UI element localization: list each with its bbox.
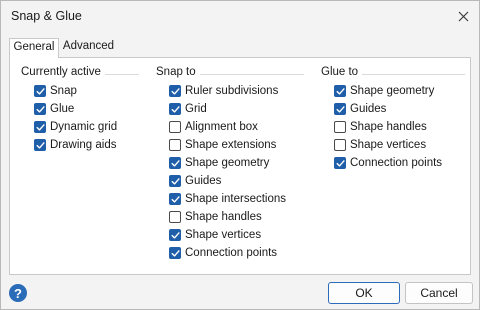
checkbox-row-snap-to[interactable]: Shape extensions: [169, 138, 276, 152]
checkbox-label: Shape handles: [350, 121, 427, 133]
ok-button[interactable]: OK: [328, 282, 400, 304]
checkbox-checked[interactable]: [334, 103, 346, 115]
checkbox-label: Connection points: [185, 247, 278, 259]
checkbox-row-snap-to[interactable]: Shape vertices: [169, 228, 261, 242]
checkbox-row-snap-to[interactable]: Connection points: [169, 246, 277, 260]
checkbox-checked[interactable]: [34, 121, 46, 133]
checkbox-row-currently-active[interactable]: Drawing aids: [34, 138, 116, 152]
checkmark-icon: [36, 141, 45, 149]
checkbox-label: Shape extensions: [185, 139, 277, 151]
checkbox-checked[interactable]: [169, 175, 181, 187]
checkbox-row-glue-to[interactable]: Guides: [334, 102, 386, 116]
checkbox-row-glue-to[interactable]: Shape vertices: [334, 138, 426, 152]
checkbox-row-snap-to[interactable]: Ruler subdivisions: [169, 84, 278, 98]
checkbox-row-glue-to[interactable]: Shape handles: [334, 120, 427, 134]
checkbox-label: Ruler subdivisions: [185, 85, 279, 97]
group-title: Glue to: [321, 66, 363, 78]
checkbox-checked[interactable]: [34, 139, 46, 151]
tab-advanced[interactable]: Advanced: [61, 38, 116, 57]
checkbox-label: Shape intersections: [185, 193, 287, 205]
checkbox-label: Drawing aids: [50, 139, 117, 151]
group-title: Currently active: [21, 66, 105, 78]
checkbox-unchecked[interactable]: [169, 211, 181, 223]
checkbox-checked[interactable]: [34, 85, 46, 97]
close-icon: [458, 11, 468, 21]
checkbox-checked[interactable]: [169, 247, 181, 259]
checkbox-label: Dynamic grid: [50, 121, 118, 133]
checkbox-label: Alignment box: [185, 121, 258, 133]
group-title: Snap to: [156, 66, 200, 78]
checkmark-icon: [336, 87, 345, 95]
checkbox-label: Snap: [50, 85, 77, 97]
help-icon: ?: [14, 285, 22, 301]
group-currently-active: Currently active: [21, 66, 139, 80]
checkmark-icon: [171, 249, 180, 257]
checkbox-label: Shape vertices: [185, 229, 262, 241]
checkbox-checked[interactable]: [169, 193, 181, 205]
title-bar: Snap & Glue: [1, 1, 479, 33]
checkbox-unchecked[interactable]: [169, 139, 181, 151]
checkbox-row-snap-to[interactable]: Shape intersections: [169, 192, 286, 206]
checkmark-icon: [171, 195, 180, 203]
checkbox-label: Guides: [185, 175, 222, 187]
cancel-button[interactable]: Cancel: [405, 282, 473, 304]
checkbox-label: Grid: [185, 103, 207, 115]
checkmark-icon: [336, 159, 345, 167]
checkbox-row-glue-to[interactable]: Shape geometry: [334, 84, 434, 98]
checkbox-label: Shape geometry: [350, 85, 435, 97]
checkmark-icon: [36, 105, 45, 113]
checkbox-checked[interactable]: [169, 157, 181, 169]
close-button[interactable]: [447, 3, 479, 29]
checkmark-icon: [171, 231, 180, 239]
checkbox-label: Shape geometry: [185, 157, 270, 169]
checkbox-checked[interactable]: [334, 157, 346, 169]
checkbox-checked[interactable]: [334, 85, 346, 97]
checkbox-row-snap-to[interactable]: Guides: [169, 174, 221, 188]
group-snap-to: Snap to: [156, 66, 304, 80]
checkbox-checked[interactable]: [169, 103, 181, 115]
checkbox-row-snap-to[interactable]: Alignment box: [169, 120, 258, 134]
checkbox-label: Shape handles: [185, 211, 262, 223]
checkbox-row-snap-to[interactable]: Shape handles: [169, 210, 262, 224]
checkbox-unchecked[interactable]: [334, 121, 346, 133]
checkbox-checked[interactable]: [169, 85, 181, 97]
checkbox-row-currently-active[interactable]: Snap: [34, 84, 77, 98]
tab-general[interactable]: General: [9, 38, 59, 58]
checkmark-icon: [171, 87, 180, 95]
checkbox-row-currently-active[interactable]: Glue: [34, 102, 74, 116]
checkbox-checked[interactable]: [169, 229, 181, 241]
checkbox-checked[interactable]: [34, 103, 46, 115]
checkmark-icon: [171, 105, 180, 113]
checkmark-icon: [336, 105, 345, 113]
checkbox-row-glue-to[interactable]: Connection points: [334, 156, 442, 170]
checkbox-row-snap-to[interactable]: Shape geometry: [169, 156, 269, 170]
checkbox-unchecked[interactable]: [334, 139, 346, 151]
snap-and-glue-dialog: Snap & Glue General Advanced Currently a…: [0, 0, 480, 310]
checkmark-icon: [36, 123, 45, 131]
checkbox-row-snap-to[interactable]: Grid: [169, 102, 207, 116]
group-glue-to: Glue to: [321, 66, 465, 80]
checkbox-label: Guides: [350, 103, 387, 115]
window-title: Snap & Glue: [11, 9, 82, 23]
checkbox-label: Connection points: [350, 157, 443, 169]
checkbox-label: Glue: [50, 103, 75, 115]
tab-panel-general: Currently active Snap to Glue to Snap Glu…: [9, 57, 471, 275]
checkmark-icon: [171, 159, 180, 167]
help-button[interactable]: ?: [9, 284, 27, 302]
checkbox-unchecked[interactable]: [169, 121, 181, 133]
checkmark-icon: [171, 177, 180, 185]
checkbox-row-currently-active[interactable]: Dynamic grid: [34, 120, 117, 134]
checkbox-label: Shape vertices: [350, 139, 427, 151]
checkmark-icon: [36, 87, 45, 95]
